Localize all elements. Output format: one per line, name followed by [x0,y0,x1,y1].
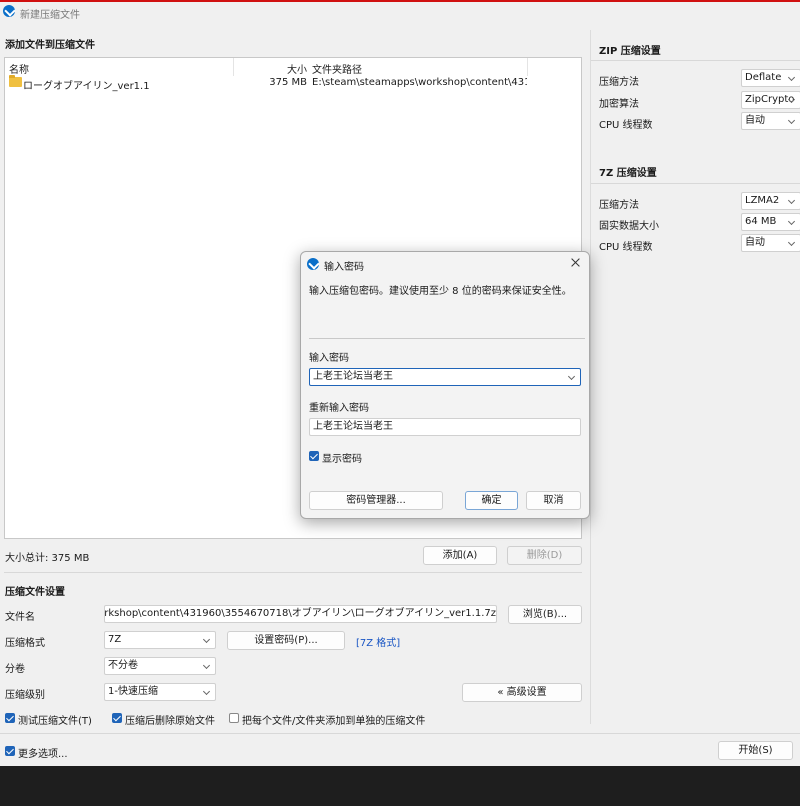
window-title: 新建压缩文件 [20,10,80,21]
column-separator[interactable] [233,58,234,76]
level-select[interactable]: 1-快速压缩 [104,683,216,701]
column-name-header[interactable]: 名称 [9,61,29,76]
file-size: 375 MB [269,77,307,88]
7z-settings-title: 7Z 压缩设置 [599,168,657,179]
zip-encrypt-select[interactable]: ZipCrypto [741,91,800,109]
delete-after-checkbox[interactable] [112,713,122,723]
dialog-logo-icon [307,258,319,270]
password-input[interactable]: 上老王论坛当老王 [309,368,581,386]
test-archive-label[interactable]: 测试压缩文件(T) [18,712,92,727]
set-password-button[interactable]: 设置密码(P)... [227,631,345,650]
dialog-title: 输入密码 [324,262,364,273]
filename-label: 文件名 [5,612,35,623]
split-label: 分卷 [5,664,25,675]
7z-solid-label: 固实数据大小 [599,221,659,232]
each-separate-label[interactable]: 把每个文件/文件夹添加到单独的压缩文件 [242,712,425,727]
zip-threads-label: CPU 线程数 [599,120,653,131]
folder-icon [9,75,22,87]
main-window: 新建压缩文件 添加文件到压缩文件 名称 大小 文件夹路径 ローグオブアイリン_v… [0,0,800,766]
repeat-password-input[interactable]: 上老王论坛当老王 [309,418,581,436]
column-size-header[interactable]: 大小 [287,61,307,76]
zip-settings-title: ZIP 压缩设置 [599,46,661,57]
close-icon[interactable] [569,256,583,270]
start-button[interactable]: 开始(S) [718,741,793,760]
ok-button[interactable]: 确定 [465,491,518,510]
column-separator[interactable] [527,58,528,76]
taskbar [0,766,800,806]
delete-after-label[interactable]: 压缩后删除原始文件 [125,712,215,727]
add-button[interactable]: 添加(A) [423,546,497,565]
footer-divider [0,733,800,734]
delete-button[interactable]: 删除(D) [507,546,582,565]
each-separate-checkbox[interactable] [229,713,239,723]
settings-section-title: 压缩文件设置 [5,587,65,598]
zip-method-label: 压缩方法 [599,77,639,88]
browse-button[interactable]: 浏览(B)... [508,605,582,624]
7z-threads-select[interactable]: 自动 [741,234,800,252]
total-size: 大小总计: 375 MB [5,553,90,564]
show-password-label[interactable]: 显示密码 [322,450,362,465]
divider [591,183,800,184]
title-bar: 新建压缩文件 [0,2,800,24]
format-label: 压缩格式 [5,638,45,649]
app-logo-icon [3,5,15,17]
level-label: 压缩级别 [5,690,45,701]
advanced-settings-button[interactable]: « 高级设置 [462,683,582,702]
files-section-title: 添加文件到压缩文件 [5,40,95,51]
password-manager-button[interactable]: 密码管理器... [309,491,443,510]
format-link[interactable]: [7Z 格式] [356,634,400,649]
7z-method-select[interactable]: LZMA2 [741,192,800,210]
dialog-message: 输入压缩包密码。建议使用至少 8 位的密码来保证安全性。 [309,286,572,297]
test-archive-checkbox[interactable] [5,713,15,723]
7z-threads-label: CPU 线程数 [599,242,653,253]
divider [4,572,582,573]
file-path: E:\steam\steamapps\workshop\content\431.… [312,77,527,88]
repeat-password-label: 重新输入密码 [309,403,369,414]
cancel-button[interactable]: 取消 [526,491,581,510]
zip-method-select[interactable]: Deflate [741,69,800,87]
file-name: ローグオブアイリン_ver1.1 [23,81,150,92]
password-label: 输入密码 [309,353,349,364]
7z-solid-select[interactable]: 64 MB [741,213,800,231]
settings-side-panel: ZIP 压缩设置 压缩方法 Deflate 加密算法 ZipCrypto CPU… [590,30,800,724]
filename-input[interactable]: ps\workshop\content\431960\3554670718\オブ… [104,605,497,623]
zip-threads-select[interactable]: 自动 [741,112,800,130]
password-dialog: 输入密码 输入压缩包密码。建议使用至少 8 位的密码来保证安全性。 输入密码 上… [300,251,590,519]
column-path-header[interactable]: 文件夹路径 [312,61,362,76]
divider [591,60,800,61]
split-select[interactable]: 不分卷 [104,657,216,675]
7z-method-label: 压缩方法 [599,200,639,211]
file-row[interactable]: ローグオブアイリン_ver1.1 375 MB E:\steam\steamap… [5,75,581,92]
zip-encrypt-label: 加密算法 [599,99,639,110]
more-options-label[interactable]: 更多选项... [18,745,68,760]
divider [309,338,585,339]
more-options-checkbox[interactable] [5,746,15,756]
format-select[interactable]: 7Z [104,631,216,649]
show-password-checkbox[interactable] [309,451,319,461]
